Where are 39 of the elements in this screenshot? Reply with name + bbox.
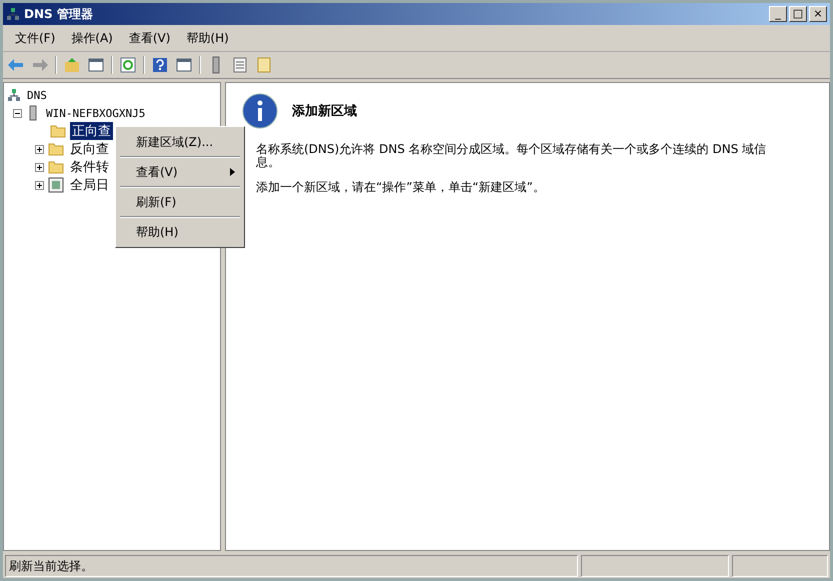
collapse-toggle[interactable]	[13, 108, 22, 118]
tree-item[interactable]: 全局日	[68, 176, 111, 194]
info-icon	[242, 93, 278, 129]
folder-icon	[48, 142, 64, 156]
menu-item[interactable]: 文件(F)	[9, 28, 62, 48]
description-text: 添加一个新区域，请在“操作”菜单，单击“新建区域”。	[256, 181, 546, 194]
description-text: 名称系统(DNS)允许将 DNS 名称空间分成区域。每个区域存储有关一个或多个连续的 DNS 域信息。	[256, 143, 768, 169]
folder-icon	[50, 124, 66, 138]
expand-toggle[interactable]	[35, 144, 44, 154]
submenu-arrow-icon	[230, 168, 236, 176]
tree-item[interactable]: WIN-NEFBXOGXNJ5	[44, 106, 148, 120]
tree-item[interactable]: 反向查	[68, 140, 111, 158]
window-control-button[interactable]: □	[789, 6, 807, 22]
refresh-icon[interactable]	[119, 56, 137, 74]
menu-item[interactable]: 查看(V)	[122, 28, 176, 48]
menu-item[interactable]: 操作(A)	[65, 28, 119, 48]
expand-toggle[interactable]	[35, 162, 44, 172]
menu-item[interactable]: 新建区域(Z)...	[118, 129, 242, 155]
tree-item[interactable]: 正向查	[70, 122, 113, 140]
menu-item[interactable]: 帮助(H)	[118, 219, 242, 245]
menu-item[interactable]: 刷新(F)	[118, 189, 242, 215]
tree-item[interactable]: DNS	[25, 88, 49, 102]
content-heading: 添加新区域	[292, 102, 357, 120]
menu-item[interactable]: 查看(V)	[118, 159, 242, 185]
window-control-button[interactable]: _	[769, 6, 787, 22]
status-text: 刷新当前选择。	[5, 555, 578, 577]
list-icon[interactable]	[231, 56, 249, 74]
pane-icon[interactable]	[87, 56, 105, 74]
expand-toggle[interactable]	[35, 180, 44, 190]
pane-icon[interactable]	[175, 56, 193, 74]
menu-item[interactable]: 帮助(H)	[180, 28, 235, 48]
window-title: DNS 管理器	[24, 6, 93, 22]
window-control-button[interactable]: ×	[809, 6, 827, 22]
network-icon	[6, 7, 20, 21]
tree-item[interactable]: 条件转	[68, 158, 111, 176]
network-icon	[7, 88, 21, 102]
log-icon	[48, 177, 64, 193]
folder-icon	[48, 160, 64, 174]
help-icon[interactable]	[151, 56, 169, 74]
